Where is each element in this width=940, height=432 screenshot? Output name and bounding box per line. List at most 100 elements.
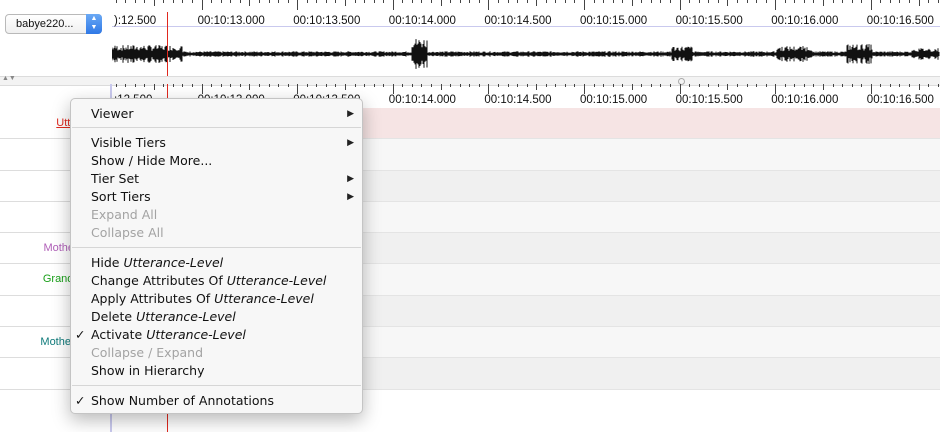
- ruler-tick: [192, 84, 194, 87]
- tier-context-menu: Viewer ▶ Visible Tiers ▶ Show / Hide Mor…: [70, 98, 363, 414]
- ruler-tick: [220, 0, 222, 3]
- waveform-viewer[interactable]: babye220... ▲ ▼ ):12.500 00:10:13.000 00:10…: [0, 0, 940, 76]
- menu-item-sort-tiers-label: Sort Tiers: [91, 189, 151, 204]
- ruler-tick: [383, 0, 385, 3]
- menu-item-apply-attributes-label: Apply Attributes Of: [91, 291, 211, 306]
- ruler-tick: [937, 84, 939, 87]
- ruler-tick: [746, 0, 748, 3]
- ruler-tick: [182, 84, 184, 87]
- menu-item-visible-tiers-label: Visible Tiers: [91, 135, 166, 150]
- submenu-arrow-icon: ▶: [347, 174, 354, 184]
- submenu-arrow-icon: ▶: [347, 192, 354, 202]
- ruler-tick: [593, 0, 595, 3]
- ruler-tick: [163, 0, 165, 3]
- menu-item-tier-name: Utterance-Level: [214, 291, 314, 306]
- ruler-tick: [392, 0, 394, 10]
- ruler-tick: [201, 84, 203, 94]
- ruler-tick: [469, 84, 471, 87]
- ruler-tick: [172, 0, 174, 3]
- audio-waveform[interactable]: [112, 30, 940, 78]
- ruler-tick: [622, 0, 624, 3]
- menu-item-delete-tier[interactable]: Delete Utterance-Level: [91, 308, 362, 326]
- ruler-tick: [172, 84, 174, 87]
- ruler-tick: [603, 84, 605, 87]
- waveform-time-ruler[interactable]: ):12.500 00:10:13.000 00:10:13.500 00:10:14…: [112, 0, 940, 27]
- ruler-tick: [306, 0, 308, 3]
- ruler-tick: [870, 0, 872, 10]
- waveform-trace: [112, 39, 940, 69]
- ruler-tick: [421, 84, 423, 87]
- select-stepper-icon[interactable]: ▲ ▼: [86, 14, 102, 34]
- ruler-tick: [497, 84, 499, 87]
- ruler-tick: [545, 0, 547, 3]
- menu-item-change-attributes-label: Change Attributes Of: [91, 273, 223, 288]
- ruler-tick: [134, 0, 136, 3]
- menu-item-show-hide-more-label: Show / Hide More...: [91, 153, 213, 168]
- ruler-time-label: 00:10:14.000: [388, 94, 456, 106]
- ruler-tick: [727, 0, 729, 6]
- ruler-tick: [507, 84, 509, 87]
- ruler-tick: [354, 0, 356, 3]
- ruler-tick: [909, 0, 911, 3]
- ruler-tick: [258, 0, 260, 3]
- ruler-tick: [297, 0, 299, 10]
- ruler-time-label: 00:10:15.500: [675, 15, 743, 27]
- menu-item-collapse-expand-label: Collapse / Expand: [91, 345, 204, 360]
- ruler-tick: [823, 84, 824, 90]
- menu-item-activate-tier[interactable]: ✓ Activate Utterance-Level: [75, 326, 362, 344]
- ruler-time-label: 00:10:16.000: [771, 15, 839, 27]
- ruler-tick: [564, 0, 566, 3]
- menu-item-sort-tiers[interactable]: Sort Tiers ▶: [91, 188, 362, 206]
- ruler-tick: [536, 84, 538, 90]
- ruler-tick: [736, 84, 738, 87]
- ruler-tick: [517, 0, 519, 3]
- menu-item-hide-tier[interactable]: Hide Utterance-Level: [91, 254, 362, 272]
- menu-item-visible-tiers[interactable]: Visible Tiers ▶: [91, 134, 362, 152]
- ruler-tick: [373, 0, 375, 3]
- ruler-tick: [880, 84, 882, 87]
- splitter-arrows-icon[interactable]: ▲▼: [2, 75, 16, 82]
- menu-item-tier-set[interactable]: Tier Set ▶: [91, 170, 362, 188]
- menu-item-change-attributes[interactable]: Change Attributes Of Utterance-Level: [91, 272, 362, 290]
- ruler-tick: [813, 0, 815, 3]
- ruler-tick: [842, 84, 844, 87]
- ruler-tick: [937, 0, 939, 3]
- ruler-tick: [861, 0, 863, 3]
- ruler-tick: [230, 84, 232, 87]
- ruler-tick: [736, 0, 738, 3]
- menu-item-show-in-hierarchy[interactable]: Show in Hierarchy: [91, 362, 362, 380]
- ruler-tick: [488, 0, 490, 10]
- menu-item-show-number-annotations[interactable]: ✓ Show Number of Annotations: [75, 392, 362, 410]
- ruler-tick: [899, 0, 901, 3]
- ruler-time-label: 00:10:16.500: [866, 15, 934, 27]
- ruler-tick: [345, 84, 346, 90]
- menu-item-expand-all-label: Expand All: [91, 207, 158, 222]
- ruler-tick: [134, 84, 136, 87]
- ruler-tick: [555, 84, 557, 87]
- menu-item-hide-label: Hide: [91, 255, 120, 270]
- ruler-tick: [794, 0, 796, 3]
- ruler-time-label: ):12.500: [114, 15, 157, 27]
- menu-item-apply-attributes[interactable]: Apply Attributes Of Utterance-Level: [91, 290, 362, 308]
- ruler-tick: [325, 0, 327, 3]
- ruler-tick: [392, 84, 394, 94]
- menu-item-viewer[interactable]: Viewer ▶: [91, 105, 362, 123]
- ruler-tick: [660, 84, 662, 87]
- ruler-tick: [421, 0, 423, 3]
- menu-item-delete-label: Delete: [91, 309, 133, 324]
- ruler-tick: [383, 84, 385, 87]
- ruler-tick: [899, 84, 901, 87]
- ruler-tick: [211, 0, 213, 3]
- ruler-time-label: 00:10:14.500: [484, 15, 552, 27]
- menu-separator: [72, 385, 361, 386]
- menu-item-show-hide-more[interactable]: Show / Hide More...: [91, 152, 362, 170]
- ruler-tick: [450, 84, 452, 87]
- media-file-select[interactable]: babye220... ▲ ▼: [5, 14, 102, 34]
- ruler-tick: [268, 0, 270, 3]
- media-file-select-value: babye220...: [16, 18, 74, 30]
- ruler-tick: [803, 0, 805, 3]
- ruler-tick: [144, 0, 146, 3]
- ruler-tick: [507, 0, 509, 3]
- ruler-tick: [784, 84, 786, 87]
- ruler-tick: [239, 0, 241, 3]
